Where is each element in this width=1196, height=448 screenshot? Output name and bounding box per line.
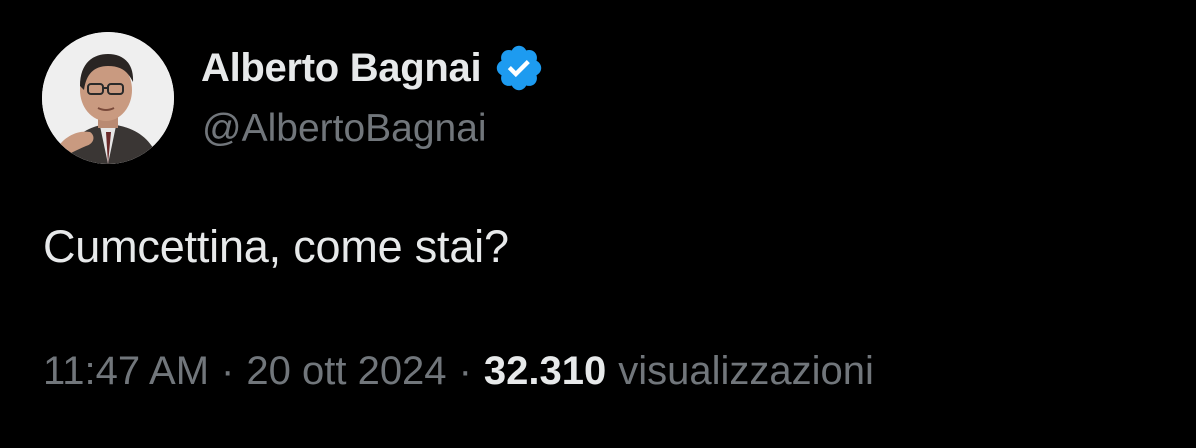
avatar[interactable] — [42, 32, 174, 164]
author-name-row: Alberto Bagnai — [201, 40, 545, 96]
tweet-card: Alberto Bagnai @AlbertoBagnai Cumcettina… — [0, 0, 1196, 448]
tweet-time[interactable]: 11:47 AM — [43, 349, 209, 394]
author-handle[interactable]: @AlbertoBagnai — [202, 107, 487, 151]
views-count: 32.310 — [483, 349, 607, 393]
views-label: visualizzazioni — [618, 349, 874, 393]
meta-separator: · — [221, 349, 235, 393]
author-display-name[interactable]: Alberto Bagnai — [201, 46, 482, 91]
meta-separator: · — [458, 349, 472, 393]
avatar-photo-icon — [42, 32, 174, 164]
tweet-text: Cumcettina, come stai? — [43, 221, 509, 272]
verified-badge-icon[interactable] — [493, 42, 545, 94]
tweet-meta: 11:47 AM · 20 ott 2024 · 32.310 visualiz… — [43, 349, 874, 394]
tweet-date[interactable]: 20 ott 2024 — [246, 349, 446, 394]
